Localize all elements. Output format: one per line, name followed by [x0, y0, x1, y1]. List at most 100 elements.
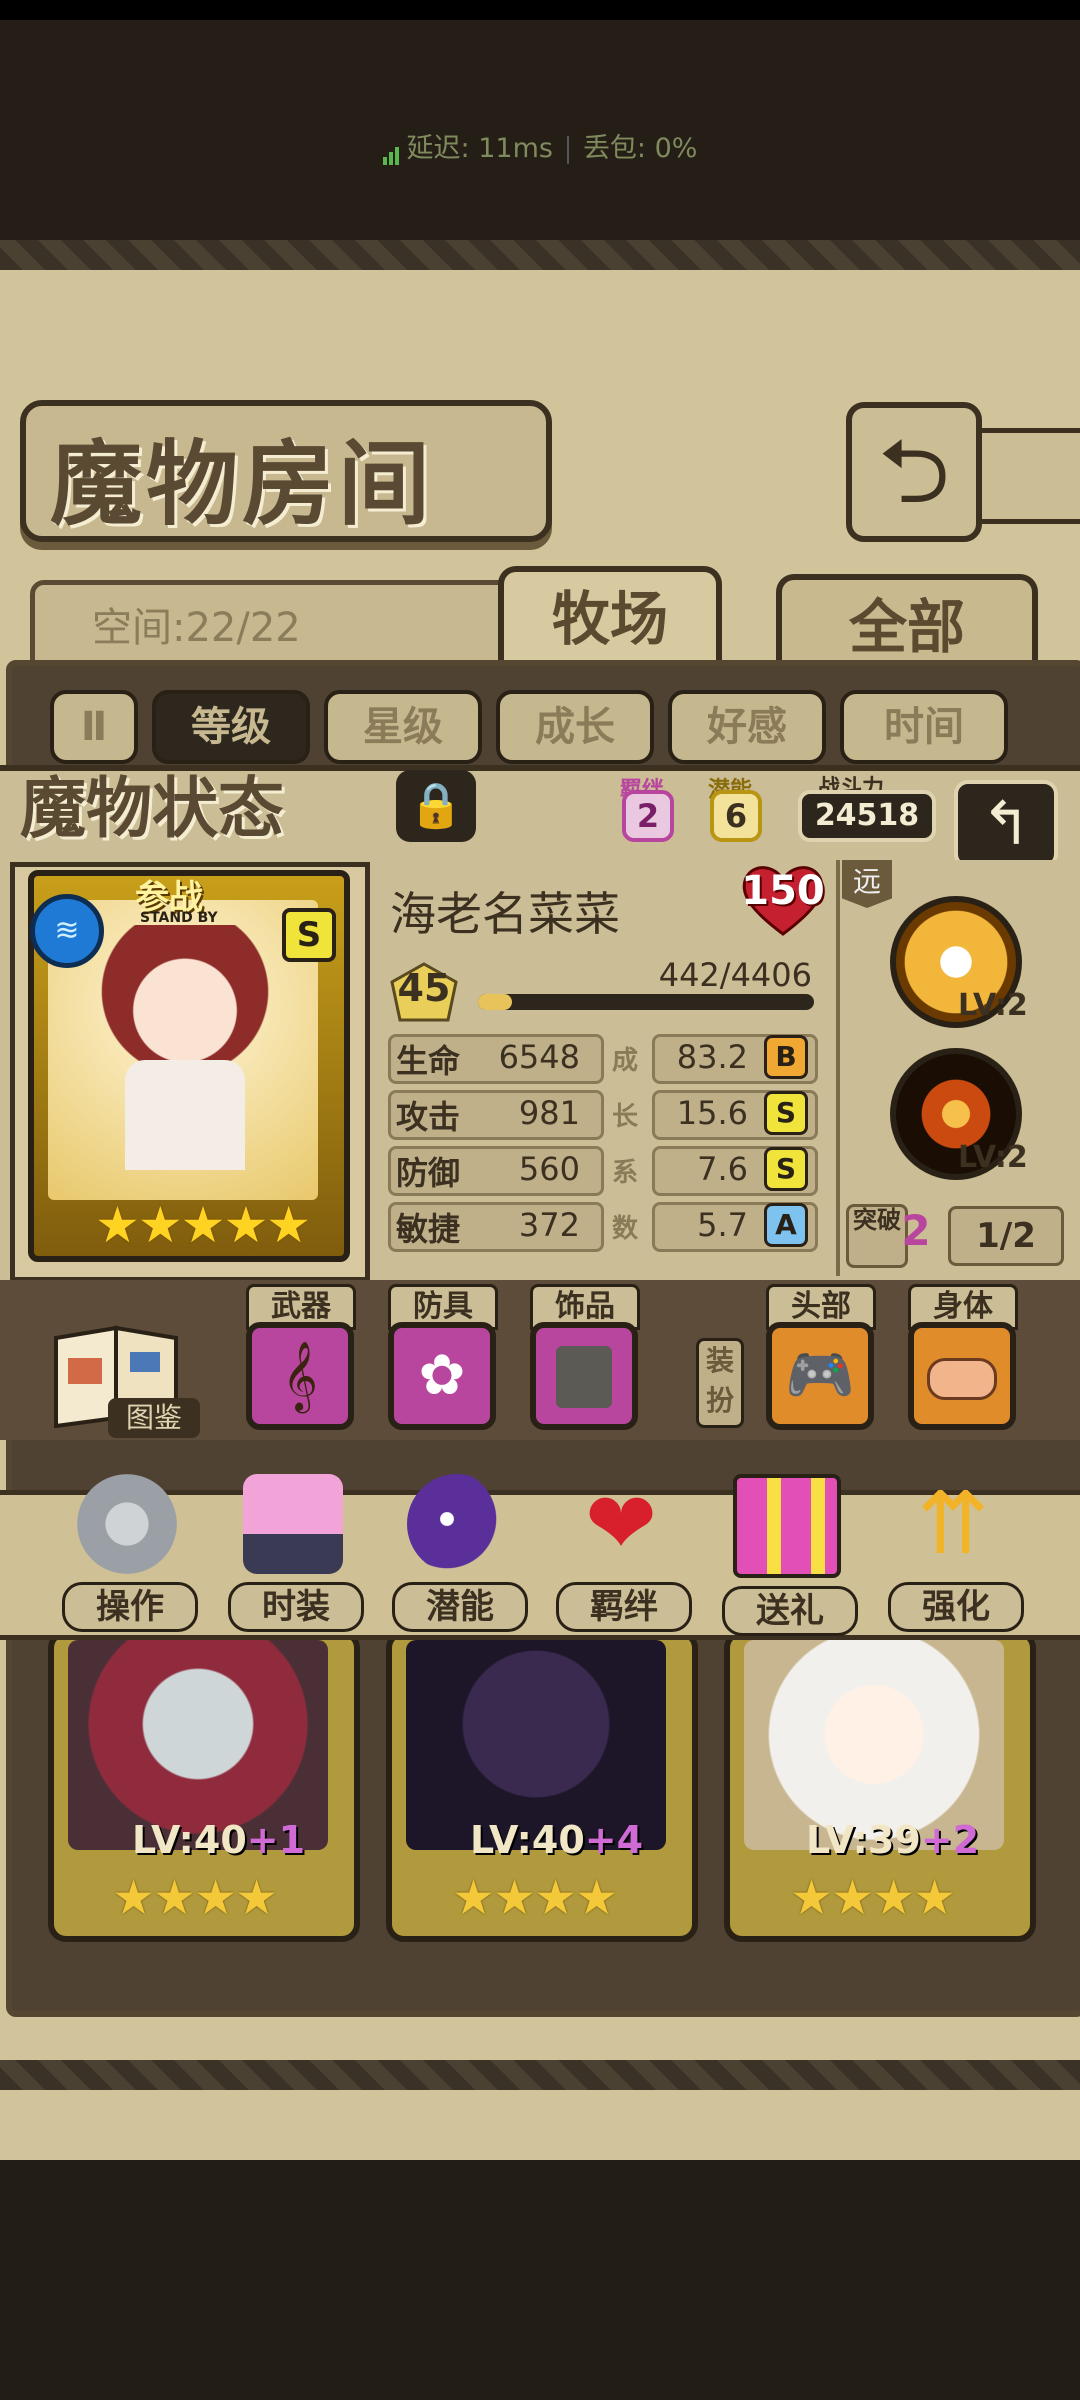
gift-icon [722, 1474, 852, 1578]
sort-growth[interactable]: 成长 [496, 690, 654, 764]
status-back-button[interactable]: ↰ [954, 780, 1058, 868]
action-label: 潜能 [392, 1582, 528, 1632]
standby-sub: STAND BY [140, 910, 218, 926]
action-up-arrows-button[interactable]: ⇈ 强化 [888, 1474, 1024, 1634]
top-dark-bar [0, 0, 1080, 240]
stat-value: 560 [518, 1150, 580, 1188]
growth-value: 5.7 [697, 1206, 748, 1244]
monster-1-level: LV:40+1 [132, 1818, 306, 1862]
sort-star[interactable]: 星级 [324, 690, 482, 764]
latency-text: 延迟: 11ms [406, 133, 553, 164]
monster-name: 海老名菜菜 [390, 887, 620, 941]
rank-badge: S [282, 908, 336, 962]
action-gift-button[interactable]: 送礼 [722, 1474, 858, 1636]
tab-ranch[interactable]: 牧场 [498, 566, 722, 662]
packet-loss-text: 丢包: 0% [582, 133, 698, 164]
xp-bar [478, 994, 814, 1010]
skill-1-level: LV:2 [958, 988, 1028, 1023]
head-slot[interactable]: 🎮 [766, 1322, 874, 1430]
level-value: 45 [397, 966, 451, 1010]
signal-icon [382, 134, 401, 165]
action-hearts-button[interactable]: ❤ 羁绊 [556, 1474, 692, 1634]
affection-value: 150 [741, 868, 825, 914]
power-value: 24518 [798, 790, 936, 842]
sort-level[interactable]: 等级 [152, 690, 310, 764]
action-gear-button[interactable]: 操作 [62, 1474, 198, 1634]
growth-label: 系 [612, 1158, 639, 1188]
monster-3-stars: ★★★★ [790, 1870, 956, 1926]
monster-2-level: LV:40+4 [470, 1818, 644, 1862]
space-capacity: 空间:22/22 [92, 605, 301, 651]
tab-label: 全部 [848, 593, 965, 661]
range-tag: 远 [842, 860, 892, 908]
dress-label: 装扮 [696, 1338, 744, 1428]
status-title: 魔物状态 [20, 770, 284, 847]
network-status: 延迟: 11ms 丢包: 0% [0, 126, 1080, 165]
top-border [0, 240, 1080, 270]
gamepad-icon: 🎮 [785, 1343, 855, 1408]
action-demon-button[interactable]: 潜能 [392, 1474, 528, 1634]
monster-3-level: LV:39+2 [806, 1818, 980, 1862]
sort-affection[interactable]: 好感 [668, 690, 826, 764]
up-arrows-icon: ⇈ [916, 1474, 990, 1574]
growth-label: 数 [612, 1214, 639, 1244]
monster-2-stars: ★★★★ [452, 1870, 618, 1926]
bond-value: 2 [622, 790, 674, 842]
monster-1-stars: ★★★★ [112, 1870, 278, 1926]
action-label: 时装 [228, 1582, 364, 1632]
stat-label: 攻击 [396, 1098, 461, 1136]
stone-tablet-icon [556, 1346, 612, 1408]
bottom-dark-bar [0, 2160, 1080, 2400]
growth-value: 83.2 [676, 1038, 748, 1076]
clothes-icon [228, 1474, 358, 1574]
armor-slot[interactable]: ✿ [388, 1322, 496, 1430]
page-title: 魔物房间 [50, 431, 435, 538]
growth-label: 成 [612, 1046, 639, 1076]
skill-2-level: LV:2 [958, 1140, 1028, 1175]
bow-cloth-icon: ✿ [418, 1343, 466, 1408]
back-bar [968, 428, 1080, 524]
accessory-slot[interactable] [530, 1322, 638, 1430]
growth-value: 7.6 [697, 1150, 748, 1188]
growth-value: 15.6 [676, 1094, 748, 1132]
codex-label: 图鉴 [108, 1398, 200, 1438]
action-label: 羁绊 [556, 1582, 692, 1632]
water-element-icon: ≋ [30, 894, 104, 968]
growth-label: 长 [612, 1102, 639, 1132]
demon-icon [392, 1474, 522, 1574]
stat-label: 防御 [396, 1154, 461, 1192]
action-label: 操作 [62, 1582, 198, 1632]
stat-label: 敏捷 [396, 1210, 461, 1248]
stat-label: 生命 [396, 1042, 461, 1080]
potential-value: 6 [710, 790, 762, 842]
growth-grade: S [764, 1091, 808, 1135]
return-arrow-icon: ↰ [980, 789, 1032, 859]
growth-grade: S [764, 1147, 808, 1191]
bottom-border [0, 2060, 1080, 2090]
action-clothes-button[interactable]: 时装 [228, 1474, 364, 1634]
lock-button[interactable]: 🔒 [396, 770, 476, 842]
sort-time[interactable]: 时间 [840, 690, 1008, 764]
weapon-slot[interactable]: 𝄞 [246, 1322, 354, 1430]
return-arrow-icon: ⮌ [877, 419, 951, 524]
tab-label: 牧场 [551, 585, 668, 653]
growth-grade: A [764, 1203, 808, 1247]
tab-all[interactable]: 全部 [776, 574, 1038, 670]
gear-icon [62, 1474, 192, 1574]
growth-grade: B [764, 1035, 808, 1079]
xp-fill [478, 994, 512, 1010]
stat-value: 372 [518, 1206, 580, 1244]
breakthrough-progress: 1/2 [948, 1206, 1064, 1266]
sort-direction-toggle[interactable]: Ⅱ [50, 690, 138, 764]
monster-body [125, 1060, 245, 1170]
stat-value: 6548 [498, 1038, 580, 1076]
action-label: 强化 [888, 1582, 1024, 1632]
back-button[interactable]: ⮌ [846, 402, 982, 542]
star-rating: ★★★★★ [95, 1196, 311, 1254]
hearts-icon: ❤ [584, 1474, 658, 1574]
bread-icon [927, 1358, 997, 1400]
xp-text: 442/4406 [658, 956, 812, 994]
breakthrough-value: 2 [901, 1206, 931, 1255]
harp-icon: 𝄞 [282, 1341, 318, 1411]
body-slot[interactable] [908, 1322, 1016, 1430]
